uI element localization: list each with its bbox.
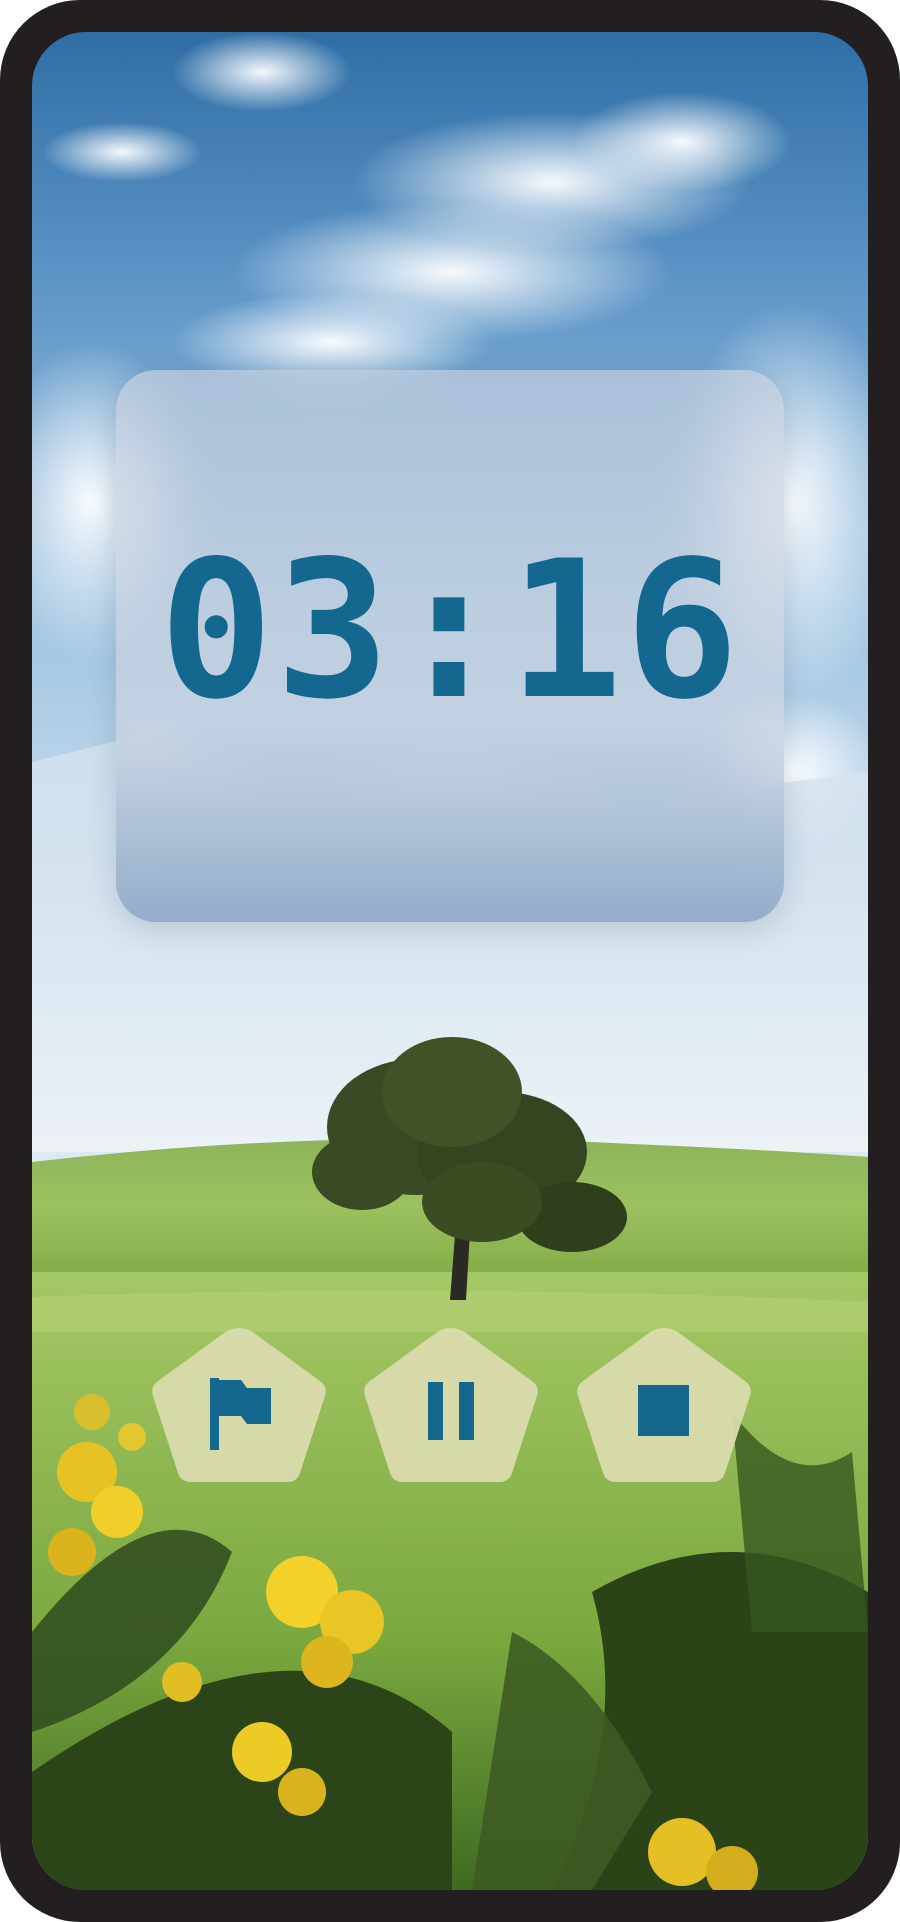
phone-screen: 03:16	[32, 32, 868, 1890]
timer-display: 03:16	[159, 520, 741, 741]
pause-button[interactable]	[356, 1322, 546, 1504]
stop-button[interactable]	[569, 1322, 759, 1504]
stop-icon	[638, 1385, 689, 1436]
flag-lap-button[interactable]	[144, 1322, 334, 1504]
background-landscape	[32, 32, 868, 1890]
timer-card: 03:16	[116, 370, 784, 922]
timer-controls	[32, 1322, 868, 1512]
phone-frame: 03:16	[0, 0, 900, 1922]
